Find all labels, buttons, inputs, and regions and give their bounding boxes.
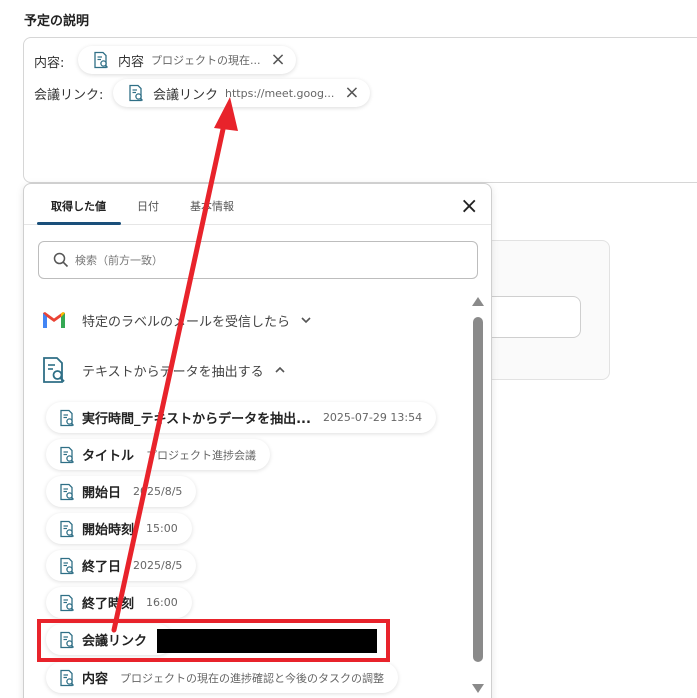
item-name: 終了時刻 [82, 597, 135, 612]
item-value: 16:00 [146, 596, 178, 609]
extract-doc-icon [94, 51, 108, 69]
search-icon [53, 252, 69, 268]
extract-doc-icon [60, 669, 74, 686]
item-value: プロジェクト進捗会議 [146, 448, 257, 462]
tab-basic-info[interactable]: 基本情報 [190, 198, 234, 214]
item-name: 終了日 [82, 560, 122, 575]
extract-doc-icon [129, 84, 143, 102]
gmail-icon [43, 312, 65, 328]
item-name: 実行時間_テキストからデータを抽出... [82, 412, 311, 427]
item-name: タイトル [82, 449, 135, 464]
extract-doc-icon [60, 409, 74, 426]
scroll-up-arrow[interactable] [472, 297, 484, 306]
extract-doc-icon [60, 483, 74, 500]
list-item[interactable]: 内容 プロジェクトの現在の進捗確認と今後のタスクの調整 [46, 662, 399, 693]
item-value: 2025-07-29 13:54 [322, 411, 423, 424]
extract-doc-icon [43, 357, 65, 383]
close-icon[interactable]: × [344, 84, 359, 102]
list-item[interactable]: 開始日 2025/8/5 [46, 476, 197, 507]
meeting-link-variable-chip[interactable]: 会議リンク https://meet.goog... × [113, 79, 370, 107]
chip-value: プロジェクトの現在... [151, 54, 261, 67]
scrollbar-thumb[interactable] [473, 317, 483, 662]
list-item[interactable]: 終了日 2025/8/5 [46, 550, 197, 581]
section-title: 予定の説明 [24, 14, 90, 29]
scroll-down-arrow[interactable] [472, 684, 484, 693]
chip-name: 会議リンク [153, 87, 219, 103]
item-name: 開始日 [82, 486, 122, 501]
list-item[interactable]: タイトル プロジェクト進捗会議 [46, 439, 271, 470]
content-line-label: 内容: [34, 56, 65, 71]
list-item[interactable]: 開始時刻 15:00 [46, 513, 192, 544]
content-variable-chip[interactable]: 内容 プロジェクトの現在... × [78, 46, 296, 74]
search-input[interactable]: 検索（前方一致） [38, 241, 478, 279]
chevron-down-icon [301, 317, 311, 324]
item-name: 内容 [82, 672, 109, 687]
item-value: プロジェクトの現在の進捗確認と今後のタスクの調整 [120, 671, 385, 685]
item-name: 開始時刻 [82, 523, 135, 538]
item-value: 15:00 [146, 522, 178, 535]
extract-doc-icon [60, 520, 74, 537]
meeting-link-line-label: 会議リンク: [34, 88, 104, 103]
extract-doc-icon [60, 557, 74, 574]
tab-date[interactable]: 日付 [137, 198, 159, 214]
group-title: 特定のラベルのメールを受信したら [82, 314, 291, 330]
description-field[interactable]: 内容: 内容 プロジェクトの現在... × 会議リンク: 会議リンク https… [23, 37, 697, 183]
extract-doc-icon [60, 446, 74, 463]
active-tab-indicator [37, 222, 121, 225]
item-value: 2025/8/5 [133, 559, 183, 572]
chevron-up-icon [275, 366, 285, 373]
tab-bar: 取得した値 日付 基本情報 × [24, 184, 491, 225]
highlight-box [37, 619, 390, 662]
chip-value: https://meet.goog... [225, 86, 335, 100]
search-placeholder: 検索（前方一致） [75, 254, 163, 267]
tab-retrieved-values[interactable]: 取得した値 [51, 198, 106, 214]
list-item[interactable]: 終了時刻 16:00 [46, 587, 192, 618]
group-gmail-trigger[interactable]: 特定のラベルのメールを受信したら [40, 306, 312, 334]
extract-doc-icon [60, 594, 74, 611]
group-extract-data[interactable]: テキストからデータを抽出する [40, 356, 286, 384]
list-item[interactable]: 実行時間_テキストからデータを抽出... 2025-07-29 13:54 [46, 402, 437, 433]
close-icon[interactable]: × [271, 51, 286, 69]
item-value: 2025/8/5 [133, 485, 183, 498]
chip-name: 内容 [118, 54, 145, 70]
close-icon[interactable]: × [460, 196, 478, 218]
group-title: テキストからデータを抽出する [82, 364, 264, 380]
